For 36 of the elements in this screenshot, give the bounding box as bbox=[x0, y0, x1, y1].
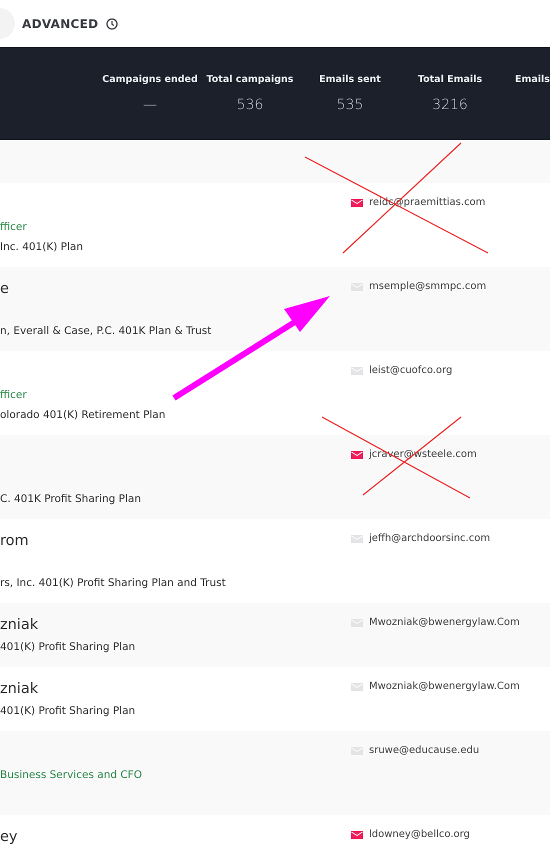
job-title: fficer bbox=[0, 221, 27, 233]
plan-name: olorado 401(K) Retirement Plan bbox=[0, 409, 166, 421]
table-row[interactable]: Business Services and CFO sruwe@educause.edu bbox=[0, 731, 550, 815]
stat-value: 535 bbox=[336, 97, 364, 113]
table-row[interactable]: zniak 401(K) Profit Sharing Plan Mwozniak@bwenergylaw.Com bbox=[0, 603, 550, 667]
plan-name: Inc. 401(K) Plan bbox=[0, 241, 83, 253]
plan-name: 401(K) Profit Sharing Plan bbox=[0, 705, 136, 717]
email-address: Mwozniak@bwenergylaw.Com bbox=[369, 617, 520, 628]
stat-label: Total campaigns bbox=[206, 74, 294, 85]
stat-value: — bbox=[143, 97, 157, 113]
job-title: fficer bbox=[0, 389, 27, 401]
contact-name: e bbox=[0, 281, 9, 297]
stat-value: 3216 bbox=[432, 97, 468, 113]
contact-name: rom bbox=[0, 533, 29, 549]
plan-name: 401(K) Profit Sharing Plan bbox=[0, 641, 136, 653]
section-title: ADVANCED bbox=[22, 16, 98, 30]
plan-name: rs, Inc. 401(K) Profit Sharing Plan and Trust bbox=[0, 577, 226, 589]
email-address: Mwozniak@bwenergylaw.Com bbox=[369, 681, 520, 692]
clock-icon[interactable] bbox=[106, 18, 118, 30]
table-row[interactable]: e n, Everall & Case, P.C. 401K Plan & Trust msemple@smmpc.com bbox=[0, 267, 550, 351]
email-address: ldowney@bellco.org bbox=[369, 829, 470, 840]
email-address: jeffh@archdoorsinc.com bbox=[369, 533, 490, 544]
stat-label: Total Emails bbox=[418, 74, 482, 85]
plan-name: n, Everall & Case, P.C. 401K Plan & Trust bbox=[0, 325, 212, 337]
stat-label: Campaigns ended bbox=[102, 74, 198, 85]
contact-name: zniak bbox=[0, 617, 38, 633]
plan-name: C. 401K Profit Sharing Plan bbox=[0, 493, 141, 505]
job-title: Business Services and CFO bbox=[0, 769, 142, 781]
email-address: msemple@smmpc.com bbox=[369, 281, 486, 292]
stat-label: Emails bbox=[515, 74, 550, 85]
stat-label: Emails sent bbox=[319, 74, 381, 85]
contact-name: zniak bbox=[0, 681, 38, 697]
email-address: sruwe@educause.edu bbox=[369, 745, 480, 756]
contact-name: ey bbox=[0, 829, 18, 845]
email-address: leist@cuofco.org bbox=[369, 365, 452, 376]
stat-value: 536 bbox=[236, 97, 264, 113]
